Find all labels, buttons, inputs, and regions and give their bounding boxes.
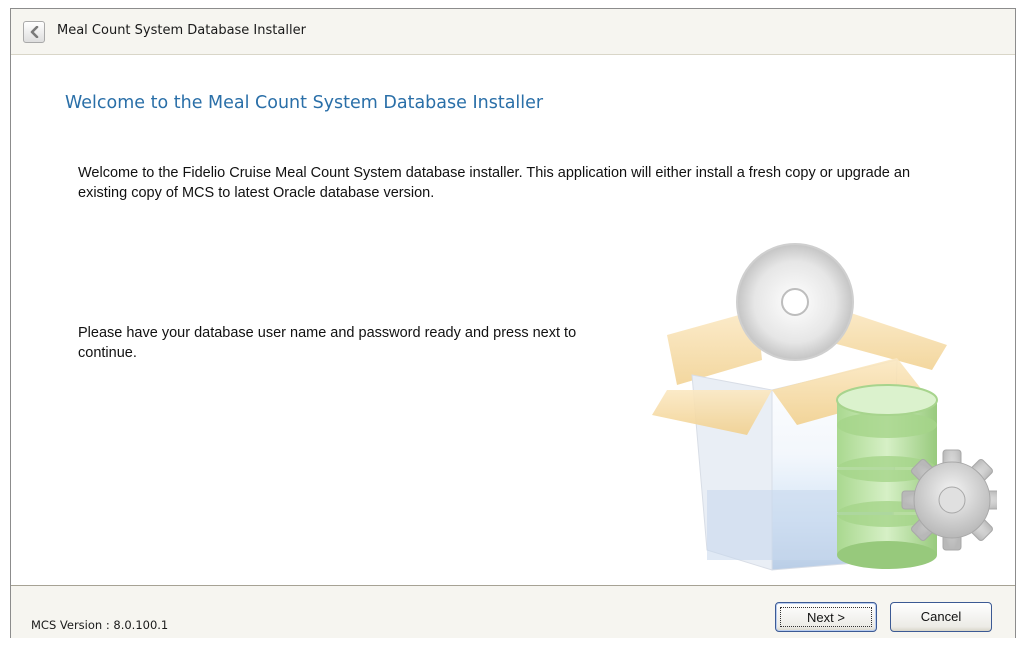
main-content: Welcome to the Meal Count System Databas…: [11, 55, 1015, 585]
next-button-label: Next >: [780, 607, 872, 627]
footer-bar: MCS Version : 8.0.100.1 Next > Cancel: [11, 585, 1015, 638]
version-label: MCS Version : 8.0.100.1: [31, 618, 169, 632]
ready-text: Please have your database user name and …: [78, 325, 577, 361]
cancel-button[interactable]: Cancel: [890, 602, 992, 632]
title-bar: Meal Count System Database Installer: [11, 9, 1015, 55]
installer-box-database-icon: [652, 243, 997, 571]
intro-text: Welcome to the Fidelio Cruise Meal Count…: [78, 165, 911, 201]
back-button[interactable]: [23, 21, 45, 43]
window-title: Meal Count System Database Installer: [57, 23, 306, 38]
next-button[interactable]: Next >: [775, 602, 877, 632]
installer-window: Meal Count System Database Installer Wel…: [10, 8, 1016, 638]
chevron-left-icon: [30, 26, 39, 38]
page-heading: Welcome to the Meal Count System Databas…: [65, 93, 544, 113]
